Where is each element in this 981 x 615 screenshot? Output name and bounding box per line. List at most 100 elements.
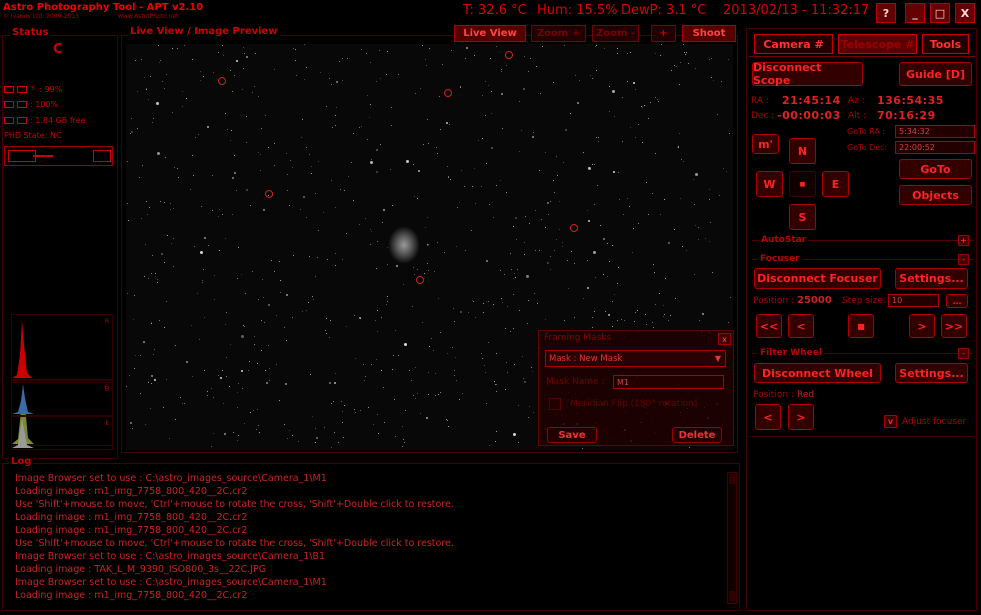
star (634, 89, 636, 91)
stop-slew-button[interactable]: ■ (789, 171, 816, 197)
focus-far-out-button[interactable]: >> (941, 314, 967, 338)
west-button[interactable]: W (756, 171, 783, 197)
crosshair-button[interactable]: + (651, 25, 676, 42)
focus-out-button[interactable]: > (909, 314, 935, 338)
star (285, 383, 288, 386)
tab-telescope[interactable]: Telescope # (838, 34, 917, 54)
star (230, 129, 232, 131)
goto-ra-input[interactable]: 5:34:32 (895, 125, 975, 138)
star (212, 397, 214, 399)
close-button[interactable]: X (955, 3, 975, 23)
tab-tools[interactable]: Tools (922, 34, 969, 54)
star (254, 85, 256, 87)
objects-button[interactable]: Objects (899, 185, 972, 205)
star (307, 302, 309, 304)
live-view-button[interactable]: Live View (454, 25, 526, 42)
star (280, 280, 282, 281)
wheel-next-button[interactable]: > (788, 404, 814, 430)
goto-dec-input[interactable]: 22:00:52 (895, 141, 975, 154)
minimize-button[interactable]: _ (905, 3, 925, 23)
focus-stop-button[interactable]: ■ (848, 314, 874, 338)
scroll-down-icon[interactable] (729, 591, 735, 601)
star (398, 354, 400, 356)
meridian-flip-checkbox[interactable] (549, 398, 561, 410)
disconnect-scope-button[interactable]: Disconnect Scope (752, 61, 863, 87)
zoom-in-button[interactable]: Zoom + (531, 25, 586, 42)
star (317, 256, 319, 258)
star (609, 261, 611, 263)
star (503, 273, 505, 275)
star (436, 147, 438, 149)
star (438, 393, 440, 395)
star (359, 224, 361, 226)
autostar-toggle[interactable]: + (958, 235, 969, 246)
east-button[interactable]: E (822, 171, 849, 197)
save-mask-button[interactable]: Save (547, 427, 597, 443)
maximize-button[interactable]: □ (930, 3, 950, 23)
star (225, 324, 227, 326)
tab-camera[interactable]: Camera # (754, 34, 833, 54)
star (712, 80, 714, 82)
star (190, 189, 192, 191)
focus-far-in-button[interactable]: << (756, 314, 782, 338)
star (493, 217, 495, 219)
star (265, 381, 268, 384)
shoot-button[interactable]: Shoot (682, 25, 736, 42)
star (630, 127, 632, 129)
star (501, 298, 503, 300)
star (708, 241, 710, 243)
mask-select-value: Mask : New Mask (549, 353, 623, 364)
focuser-settings-button[interactable]: Settings... (895, 268, 968, 289)
disconnect-wheel-button[interactable]: Disconnect Wheel (754, 363, 881, 383)
mask-select[interactable]: Mask : New Mask ▼ (545, 350, 726, 367)
histogram-label-r: R (104, 318, 109, 325)
focuser-toggle[interactable]: - (958, 254, 969, 265)
star (517, 405, 519, 407)
south-button[interactable]: S (789, 204, 816, 230)
log-line: Use 'Shift'+mouse to move, 'Ctrl'+mouse … (15, 499, 454, 510)
wheel-position-label: Position : (753, 390, 794, 400)
star (364, 217, 366, 219)
zoom-out-button[interactable]: Zoom - (592, 25, 639, 42)
phd-state: PHD State: NC (4, 131, 62, 140)
scroll-up-icon[interactable] (729, 474, 735, 484)
help-button[interactable]: ? (876, 3, 896, 23)
wheel-settings-button[interactable]: Settings... (895, 363, 968, 383)
star (385, 74, 387, 76)
star (237, 439, 239, 441)
star (488, 300, 489, 302)
star (606, 242, 608, 244)
star (258, 298, 260, 300)
log-scrollbar[interactable] (727, 472, 737, 604)
star (306, 217, 308, 219)
star (549, 200, 551, 202)
star (177, 177, 179, 179)
star (505, 362, 507, 364)
star (171, 242, 173, 244)
star (283, 327, 285, 329)
star (240, 369, 243, 372)
star (402, 283, 404, 285)
star (256, 362, 258, 364)
focus-in-button[interactable]: < (788, 314, 814, 338)
star (603, 237, 606, 240)
star (598, 136, 600, 138)
star (582, 151, 584, 153)
star (643, 105, 645, 107)
framing-close-button[interactable]: x (718, 333, 731, 345)
star (153, 118, 154, 120)
filterwheel-toggle[interactable]: - (958, 348, 969, 359)
slew-rate-button[interactable]: m' (752, 134, 779, 154)
delete-mask-button[interactable]: Delete (672, 427, 722, 443)
step-size-input[interactable]: 10 (888, 294, 939, 307)
disconnect-focuser-button[interactable]: Disconnect Focuser (754, 268, 881, 289)
guide-button[interactable]: Guide [D] (899, 62, 972, 86)
mask-name-input[interactable]: M1 (613, 375, 724, 389)
adjust-focuser-checkbox[interactable]: v (884, 415, 897, 428)
goto-button[interactable]: GoTo (899, 159, 972, 179)
star (218, 52, 220, 54)
focuser-more-button[interactable]: ... (946, 294, 968, 308)
wheel-prev-button[interactable]: < (755, 404, 781, 430)
star (314, 442, 316, 444)
north-button[interactable]: N (789, 138, 816, 164)
